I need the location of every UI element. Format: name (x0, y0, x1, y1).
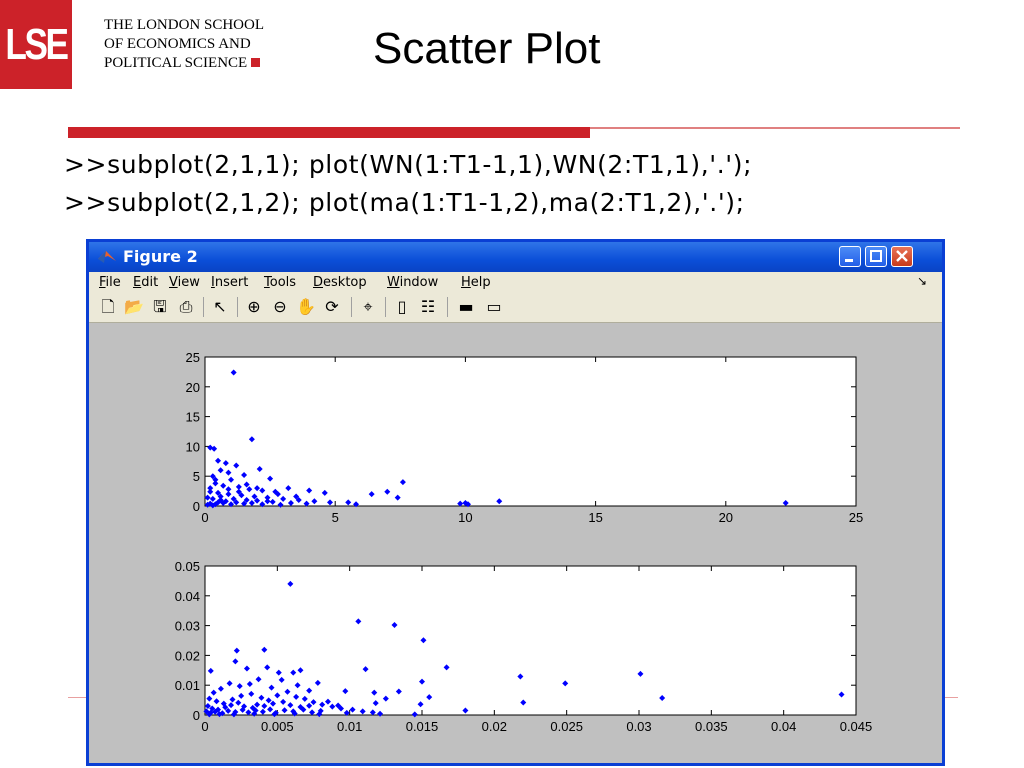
maximize-button[interactable] (865, 246, 887, 267)
menu-window[interactable]: Window (387, 275, 438, 290)
x-tick-label: 10 (458, 510, 472, 525)
toolbar-separator (447, 297, 448, 317)
toolbar: 🗋 📂 🖫 ⎙ ↖ ⊕ ⊖ ✋ ⟳ ⌖ ▯ ☷ ▬ ▭ (89, 292, 942, 323)
x-tick-label: 0.025 (550, 719, 583, 734)
menu-help[interactable]: Help (461, 275, 491, 290)
toolbar-separator (351, 297, 352, 317)
toolbar-separator (237, 297, 238, 317)
x-tick-label: 20 (719, 510, 733, 525)
maximize-icon (870, 250, 882, 262)
matlab-icon (98, 251, 116, 263)
menu-desktop[interactable]: Desktop (313, 275, 367, 290)
school-line-3: POLITICAL SCIENCE (104, 54, 264, 73)
y-tick-label: 25 (186, 350, 200, 365)
y-tick-label: 0.03 (175, 619, 200, 634)
school-line-3-text: POLITICAL SCIENCE (104, 55, 248, 71)
pan-icon[interactable]: ✋ (295, 296, 317, 318)
y-tick-label: 0.04 (175, 589, 200, 604)
y-tick-label: 15 (186, 410, 200, 425)
open-icon[interactable]: 📂 (123, 296, 145, 318)
x-tick-label: 25 (849, 510, 863, 525)
code-line-2: >>subplot(2,1,2); plot(ma(1:T1-1,2),ma(2… (64, 188, 745, 217)
y-tick-label: 0.02 (175, 648, 200, 663)
x-tick-label: 0.045 (840, 719, 873, 734)
colorbar-icon[interactable]: ▯ (391, 296, 413, 318)
y-tick-label: 0 (193, 499, 200, 514)
slide-title: Scatter Plot (373, 24, 601, 73)
menu-tools[interactable]: Tools (264, 275, 296, 290)
subplot-bottom: 0 0.005 0.01 0.015 0.02 0.025 0.03 0.035 0.04 0.0… (175, 559, 873, 734)
menu-file[interactable]: File (99, 275, 121, 290)
y-tick-label: 0 (193, 708, 200, 723)
plot-axes-box (204, 356, 857, 507)
window-titlebar[interactable]: Figure 2 (89, 242, 942, 272)
lse-logo: LSE (0, 0, 72, 89)
subplot-top: 0 5 10 15 20 25 0 5 10 15 20 25 (186, 350, 864, 525)
school-line-2: OF ECONOMICS AND (104, 36, 251, 52)
x-tick-label: 5 (332, 510, 339, 525)
school-line-1: THE LONDON SCHOOL (104, 17, 264, 33)
menu-bar: File Edit View Insert Tools Desktop Wind… (89, 272, 942, 292)
zoom-out-icon[interactable]: ⊖ (269, 296, 291, 318)
toolbar-separator (385, 297, 386, 317)
menu-view[interactable]: View (169, 275, 200, 290)
red-square-icon (251, 58, 261, 67)
x-tick-label: 0.005 (261, 719, 294, 734)
new-icon[interactable]: 🗋 (97, 296, 119, 318)
dock-arrow-icon[interactable]: ↘ (917, 274, 927, 288)
x-tick-label: 0.02 (482, 719, 507, 734)
save-icon[interactable]: 🖫 (149, 296, 171, 318)
zoom-in-icon[interactable]: ⊕ (243, 296, 265, 318)
legend-icon[interactable]: ☷ (417, 296, 439, 318)
close-icon (896, 250, 908, 262)
title-rule-thin (590, 127, 960, 129)
y-tick-label: 0.01 (175, 678, 200, 693)
show-plot-icon[interactable]: ▭ (483, 296, 505, 318)
close-button[interactable] (891, 246, 913, 267)
y-tick-label: 10 (186, 439, 200, 454)
x-tick-label: 0.04 (771, 719, 796, 734)
school-name: THE LONDON SCHOOL OF ECONOMICS AND POLIT… (104, 16, 264, 73)
title-rule (68, 127, 590, 138)
menu-insert[interactable]: Insert (211, 275, 248, 290)
y-tick-label: 20 (186, 380, 200, 395)
plot-canvas[interactable]: 0 5 10 15 20 25 0 5 10 15 20 25 0 0.005 0.01 0.015 0.02… (89, 323, 942, 763)
minimize-button[interactable] (839, 246, 861, 267)
toolbar-separator (203, 297, 204, 317)
pointer-icon[interactable]: ↖ (209, 296, 231, 318)
x-tick-label: 15 (588, 510, 602, 525)
menu-edit[interactable]: Edit (133, 275, 158, 290)
x-tick-label: 0 (201, 510, 208, 525)
window-title: Figure 2 (123, 247, 198, 266)
plot-axes-box (204, 565, 857, 716)
figure-window[interactable]: Figure 2 File Edit View Insert Tools Des… (86, 239, 945, 766)
x-tick-label: 0 (201, 719, 208, 734)
minimize-icon (845, 259, 853, 262)
print-icon[interactable]: ⎙ (175, 296, 197, 318)
y-tick-label: 5 (193, 469, 200, 484)
x-tick-label: 0.035 (695, 719, 728, 734)
x-tick-label: 0.015 (406, 719, 439, 734)
x-tick-label: 0.03 (626, 719, 651, 734)
y-tick-label: 0.05 (175, 559, 200, 574)
rotate-icon[interactable]: ⟳ (321, 296, 343, 318)
x-tick-label: 0.01 (337, 719, 362, 734)
code-line-1: >>subplot(2,1,1); plot(WN(1:T1-1,1),WN(2… (64, 150, 753, 179)
hide-plot-icon[interactable]: ▬ (455, 296, 477, 318)
datacursor-icon[interactable]: ⌖ (357, 296, 379, 318)
